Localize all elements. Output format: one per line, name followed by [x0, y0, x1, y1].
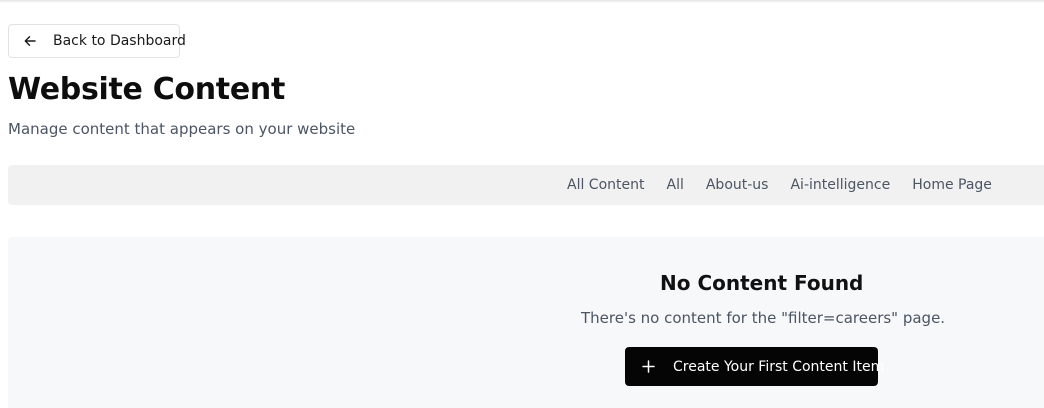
- content-filter-bar: All Content All About-us Ai-intelligence…: [8, 165, 1044, 205]
- empty-state-panel: No Content Found There's no content for …: [8, 237, 1044, 408]
- back-to-dashboard-button[interactable]: Back to Dashboard: [8, 24, 186, 58]
- tab-all[interactable]: All: [656, 177, 695, 193]
- page-title: Website Content: [8, 72, 285, 107]
- plus-icon: [642, 360, 655, 373]
- empty-state-title: No Content Found: [660, 271, 864, 295]
- tab-home-page[interactable]: Home Page: [901, 177, 1003, 193]
- create-first-content-button[interactable]: Create Your First Content Item: [625, 347, 884, 386]
- tab-about-us[interactable]: About-us: [695, 177, 780, 193]
- page-subtitle: Manage content that appears on your webs…: [8, 120, 356, 138]
- tab-ai-intelligence[interactable]: Ai-intelligence: [779, 177, 901, 193]
- top-bar-shadow: [0, 0, 1044, 3]
- back-button-label: Back to Dashboard: [53, 33, 186, 49]
- create-button-label: Create Your First Content Item: [673, 358, 885, 375]
- filter-tabs: All Content All About-us Ai-intelligence…: [556, 165, 1003, 205]
- tab-all-content[interactable]: All Content: [556, 177, 656, 193]
- arrow-left-icon: [24, 35, 36, 47]
- empty-state-message: There's no content for the "filter=caree…: [581, 309, 946, 327]
